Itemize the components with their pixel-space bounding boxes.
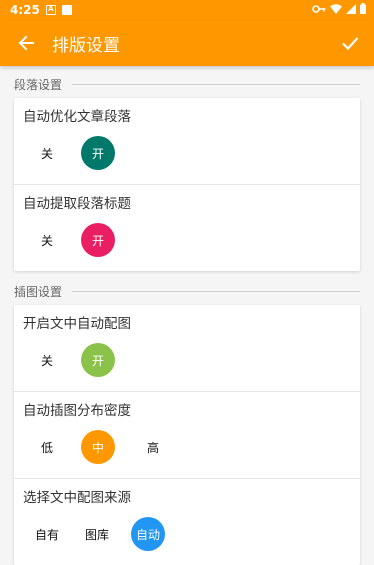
option-button[interactable]: 关	[23, 136, 71, 170]
notification-square-icon	[61, 5, 72, 15]
signal-icon	[346, 3, 356, 17]
option-group: 自有 图库 自动	[23, 511, 352, 557]
section-header: 段落设置	[0, 70, 374, 98]
setting-label: 自动提取段落标题	[23, 196, 131, 212]
setting-row-image-density: 自动插图分布密度 低中高	[14, 391, 360, 478]
wifi-icon	[330, 3, 342, 17]
setting-label: 自动优化文章段落	[23, 109, 131, 125]
option-group: 关开	[23, 217, 352, 263]
battery-icon	[360, 3, 366, 17]
app-bar: 排版设置	[0, 20, 374, 66]
setting-label: 自动插图分布密度	[23, 403, 131, 419]
status-bar: 4:25 A	[0, 0, 374, 20]
option-button[interactable]: 关	[23, 343, 71, 377]
section-title: 插图设置	[14, 284, 63, 299]
option-button[interactable]: 开	[81, 223, 115, 257]
section-title: 段落设置	[14, 77, 63, 92]
option-button[interactable]: 关	[23, 223, 71, 257]
confirm-check-icon[interactable]	[338, 31, 362, 55]
notification-a-icon: A	[45, 5, 56, 15]
section-header: 插图设置	[0, 277, 374, 305]
option-button[interactable]: 低	[23, 430, 71, 464]
back-arrow-icon[interactable]	[14, 31, 38, 55]
setting-row-image-source: 选择文中配图来源 自有 图库 自动	[14, 478, 360, 565]
key-icon	[312, 3, 326, 17]
option-button[interactable]: 图库	[73, 517, 121, 551]
status-time: 4:25	[10, 3, 40, 17]
setting-label: 选择文中配图来源	[23, 490, 131, 506]
setting-row-auto-image: 开启文中自动配图 关开	[14, 305, 360, 391]
setting-row-extract-title: 自动提取段落标题 关开	[14, 184, 360, 271]
option-button[interactable]: 开	[81, 136, 115, 170]
option-group: 关开	[23, 130, 352, 176]
option-button[interactable]: 中	[81, 430, 115, 464]
option-group: 关开	[23, 337, 352, 383]
option-button[interactable]: 开	[81, 343, 115, 377]
section-paragraph: 段落设置 自动优化文章段落 关开 自动提取段落标题 关开	[0, 70, 374, 271]
option-group: 低中高	[23, 424, 352, 470]
setting-label: 开启文中自动配图	[23, 316, 131, 332]
option-button[interactable]: 自动	[131, 517, 165, 551]
section-illustration: 插图设置 开启文中自动配图 关开 自动插图分布密度 低中高 选择文中配图来源 自…	[0, 277, 374, 565]
option-button[interactable]: 高	[129, 430, 177, 464]
settings-card: 开启文中自动配图 关开 自动插图分布密度 低中高 选择文中配图来源 自有 图库 自动	[14, 305, 360, 565]
settings-card: 自动优化文章段落 关开 自动提取段落标题 关开	[14, 98, 360, 271]
option-button[interactable]: 自有	[23, 517, 71, 551]
page-title: 排版设置	[52, 35, 120, 56]
section-divider	[72, 290, 360, 292]
setting-row-auto-optimize: 自动优化文章段落 关开	[14, 98, 360, 184]
section-divider	[72, 83, 360, 85]
